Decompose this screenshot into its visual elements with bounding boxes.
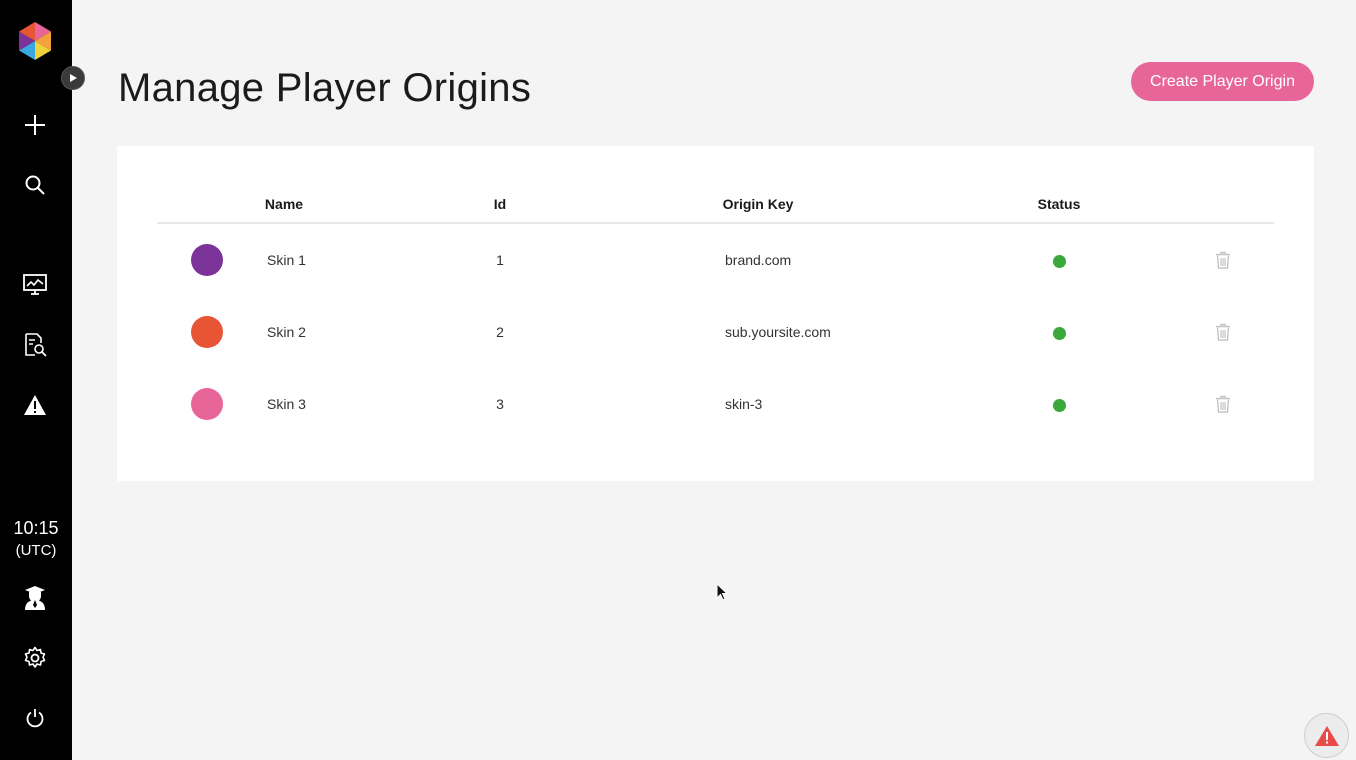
sidebar: 10:15 (UTC) bbox=[0, 0, 72, 760]
warning-icon[interactable] bbox=[20, 390, 50, 420]
create-player-origin-button[interactable]: Create Player Origin bbox=[1131, 62, 1314, 101]
page-title: Manage Player Origins bbox=[118, 66, 532, 110]
clock: 10:15 (UTC) bbox=[0, 516, 72, 562]
alert-button[interactable] bbox=[1304, 713, 1349, 758]
trash-icon[interactable] bbox=[1215, 323, 1231, 341]
trash-icon[interactable] bbox=[1215, 251, 1231, 269]
cell-id: 1 bbox=[496, 252, 504, 268]
cell-id: 3 bbox=[496, 396, 504, 412]
power-icon[interactable] bbox=[20, 703, 50, 733]
trash-icon[interactable] bbox=[1215, 395, 1231, 413]
color-swatch bbox=[191, 316, 223, 348]
table-row[interactable]: Skin 1 1 brand.com bbox=[157, 225, 1274, 297]
cell-name: Skin 2 bbox=[267, 324, 306, 340]
search-icon[interactable] bbox=[20, 170, 50, 200]
report-search-icon[interactable] bbox=[20, 330, 50, 360]
column-header-origin-key[interactable]: Origin Key bbox=[723, 196, 794, 212]
graduate-icon[interactable] bbox=[20, 583, 50, 613]
column-header-id[interactable]: Id bbox=[494, 196, 506, 212]
table-header: Name Id Origin Key Status bbox=[157, 194, 1274, 224]
cell-id: 2 bbox=[496, 324, 504, 340]
alert-icon bbox=[1314, 725, 1339, 746]
clock-time: 10:15 bbox=[13, 518, 59, 538]
cell-origin-key: brand.com bbox=[725, 252, 792, 268]
monitor-chart-icon[interactable] bbox=[20, 270, 50, 300]
status-indicator bbox=[1053, 327, 1066, 340]
cell-name: Skin 3 bbox=[267, 396, 306, 412]
cell-name: Skin 1 bbox=[267, 252, 306, 268]
cell-origin-key: sub.yoursite.com bbox=[725, 324, 831, 340]
color-swatch bbox=[191, 388, 223, 420]
status-indicator bbox=[1053, 255, 1066, 268]
mouse-cursor bbox=[716, 582, 729, 601]
sidebar-expand-button[interactable] bbox=[61, 66, 85, 90]
clock-timezone: (UTC) bbox=[15, 542, 57, 559]
status-indicator bbox=[1053, 399, 1066, 412]
color-swatch bbox=[191, 244, 223, 276]
table-row[interactable]: Skin 2 2 sub.yoursite.com bbox=[157, 297, 1274, 369]
column-header-status[interactable]: Status bbox=[1038, 196, 1081, 212]
play-icon bbox=[70, 74, 77, 82]
table-row[interactable]: Skin 3 3 skin-3 bbox=[157, 369, 1274, 441]
plus-icon[interactable] bbox=[20, 110, 50, 140]
origins-table: Name Id Origin Key Status Skin 1 1 brand… bbox=[117, 146, 1314, 481]
column-header-name[interactable]: Name bbox=[265, 196, 303, 212]
gear-icon[interactable] bbox=[20, 643, 50, 673]
cell-origin-key: skin-3 bbox=[725, 396, 763, 412]
logo-icon[interactable] bbox=[16, 21, 54, 61]
